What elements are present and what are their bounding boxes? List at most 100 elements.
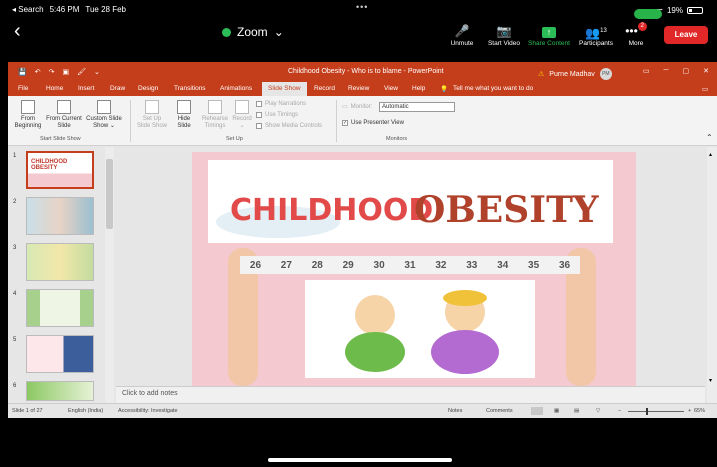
back-chevron-icon[interactable]: ‹ xyxy=(14,20,21,43)
rehearse-label: Rehearse Timings xyxy=(201,116,228,129)
present-icon[interactable]: ▣ xyxy=(62,68,69,76)
slide-sorter-icon[interactable]: ▦ xyxy=(554,408,559,414)
active-call-indicator[interactable] xyxy=(634,9,662,19)
save-icon[interactable]: 💾 xyxy=(18,68,27,76)
tab-draw[interactable]: Draw xyxy=(110,85,125,92)
slide-thumbnail-2[interactable] xyxy=(26,197,94,235)
home-indicator[interactable] xyxy=(268,458,452,462)
language-status[interactable]: English (India) xyxy=(68,408,103,414)
quick-access-toolbar: 💾 ↶ ↷ ▣ 🖌 ⌄ xyxy=(18,68,100,76)
monitor-label: ▭ Monitor: xyxy=(342,103,372,111)
slide-counter: Slide 1 of 27 xyxy=(12,408,43,414)
from-current-button[interactable]: From Current Slide xyxy=(46,100,82,130)
set-up-slide-show-button[interactable]: Set Up Slide Show xyxy=(136,100,168,130)
slide-canvas[interactable]: CHILDHOOD OBESITY 26 27 28 29 30 31 32 3… xyxy=(192,152,636,386)
more-button[interactable]: ••• 2 More xyxy=(610,22,662,47)
slide-thumbnail-4[interactable] xyxy=(26,289,94,327)
show-media-controls-checkbox[interactable]: Show Media Controls xyxy=(256,123,322,129)
battery-percent: 19% xyxy=(666,6,683,15)
tab-review[interactable]: Review xyxy=(348,85,369,92)
rehearse-timings-button[interactable]: Rehearse Timings xyxy=(200,100,230,130)
zoom-slider[interactable] xyxy=(628,411,684,412)
tab-home[interactable]: Home xyxy=(46,85,63,92)
slide-thumbnail-1[interactable]: CHILDHOOD OBESITY xyxy=(26,151,94,189)
ribbon-slide-show: From Beginning From Current Slide Custom… xyxy=(8,96,717,146)
scroll-up-icon[interactable]: ▴ xyxy=(709,151,712,158)
tape-mark: 26 xyxy=(249,259,262,271)
share-arrow-glyph: ↑ xyxy=(542,27,556,38)
slide-number: 3 xyxy=(13,245,17,251)
tab-design[interactable]: Design xyxy=(138,85,158,92)
checkbox-checked: ✓ xyxy=(342,120,348,126)
custom-slide-show-button[interactable]: Custom Slide Show ⌄ xyxy=(86,100,122,130)
zoom-out-icon[interactable]: − xyxy=(618,408,621,414)
tape-mark: 34 xyxy=(497,259,509,271)
record-label: Record ⌄ xyxy=(232,116,252,129)
notes-pane[interactable]: Click to add notes xyxy=(116,386,705,403)
checkbox-box xyxy=(256,112,262,118)
restore-icon[interactable]: ▢ xyxy=(683,67,690,75)
slide-title-banner: CHILDHOOD OBESITY xyxy=(208,160,613,243)
group-separator xyxy=(130,100,131,142)
tape-mark: 31 xyxy=(404,259,416,271)
redo-icon[interactable]: ↷ xyxy=(49,68,55,76)
share-content-button[interactable]: ↑ Share Content xyxy=(523,22,575,47)
tape-mark: 29 xyxy=(342,259,354,271)
comments-icon[interactable]: ▭ xyxy=(702,85,708,93)
tab-help[interactable]: Help xyxy=(412,85,425,92)
hide-slide-label: Hide Slide xyxy=(177,116,191,129)
slide-thumbnail-6[interactable] xyxy=(26,381,94,401)
girl-body-shape xyxy=(431,330,499,374)
accessibility-status[interactable]: Accessibility: Investigate xyxy=(118,408,178,414)
tab-view[interactable]: View xyxy=(384,85,398,92)
custom-show-label: Custom Slide Show ⌄ xyxy=(86,116,122,129)
group-monitors: Monitors xyxy=(386,136,408,142)
play-narrations-checkbox[interactable]: Play Narrations xyxy=(256,101,306,107)
tab-slide-show[interactable]: Slide Show xyxy=(262,82,307,96)
from-beginning-button[interactable]: From Beginning xyxy=(12,100,44,130)
customize-chevron-icon[interactable]: ⌄ xyxy=(94,68,100,76)
normal-view-icon[interactable] xyxy=(531,407,543,415)
tab-insert[interactable]: Insert xyxy=(78,85,94,92)
zoom-title[interactable]: Zoom ⌄ xyxy=(222,25,284,39)
tab-animations[interactable]: Animations xyxy=(220,85,252,92)
more-badge: 2 xyxy=(637,22,647,31)
thumbnail-scrollbar[interactable] xyxy=(105,147,114,403)
slide-number: 2 xyxy=(13,199,17,205)
slide-scrollbar[interactable]: ▴ ▾ xyxy=(707,147,717,403)
dots-glyph: ••• xyxy=(625,24,638,38)
hide-slide-button[interactable]: Hide Slide xyxy=(172,100,196,130)
scroll-down-icon[interactable]: ▾ xyxy=(709,377,712,384)
undo-icon[interactable]: ↶ xyxy=(35,68,41,76)
collapse-ribbon-icon[interactable]: ⌃ xyxy=(706,134,713,142)
tell-me-search[interactable]: Tell me what you want to do xyxy=(453,85,533,92)
tab-transitions[interactable]: Transitions xyxy=(174,85,206,92)
notes-button[interactable]: Notes xyxy=(448,408,462,414)
zoom-in-icon[interactable]: + xyxy=(688,408,691,414)
comments-button[interactable]: Comments xyxy=(486,408,513,414)
share-arrow-icon: ↑ xyxy=(523,22,575,40)
format-painter-icon[interactable]: 🖌 xyxy=(77,68,86,76)
reading-view-icon[interactable]: ▤ xyxy=(574,408,579,414)
presenter-view-checkbox[interactable]: ✓ Use Presenter View xyxy=(342,120,404,126)
multitask-dots-icon[interactable]: ••• xyxy=(356,2,368,12)
zoom-percent[interactable]: 65% xyxy=(694,408,705,414)
user-account[interactable]: ⚠ Purne Madhav PM xyxy=(538,68,612,80)
slide-thumbnail-5[interactable] xyxy=(26,335,94,373)
record-icon xyxy=(235,100,249,114)
minimize-icon[interactable]: ─ xyxy=(664,67,669,75)
close-icon[interactable]: ✕ xyxy=(703,67,709,75)
cartoon-kids-art xyxy=(345,290,499,374)
record-button[interactable]: Record ⌄ xyxy=(230,100,254,130)
monitor-select[interactable]: Automatic xyxy=(379,102,455,112)
slide-thumbnail-3[interactable] xyxy=(26,243,94,281)
tab-record[interactable]: Record xyxy=(314,85,335,92)
ribbon-display-icon[interactable]: ▭ xyxy=(643,67,650,75)
leave-button[interactable]: Leave xyxy=(664,26,708,44)
use-timings-checkbox[interactable]: Use Timings xyxy=(256,112,298,118)
tab-file[interactable]: File xyxy=(18,85,28,92)
scroll-thumb[interactable] xyxy=(106,159,113,229)
zoom-slider-thumb[interactable] xyxy=(646,408,648,415)
carrier-back-link[interactable]: ◂ Search xyxy=(12,5,44,14)
slideshow-view-icon[interactable]: ▽ xyxy=(596,408,600,414)
